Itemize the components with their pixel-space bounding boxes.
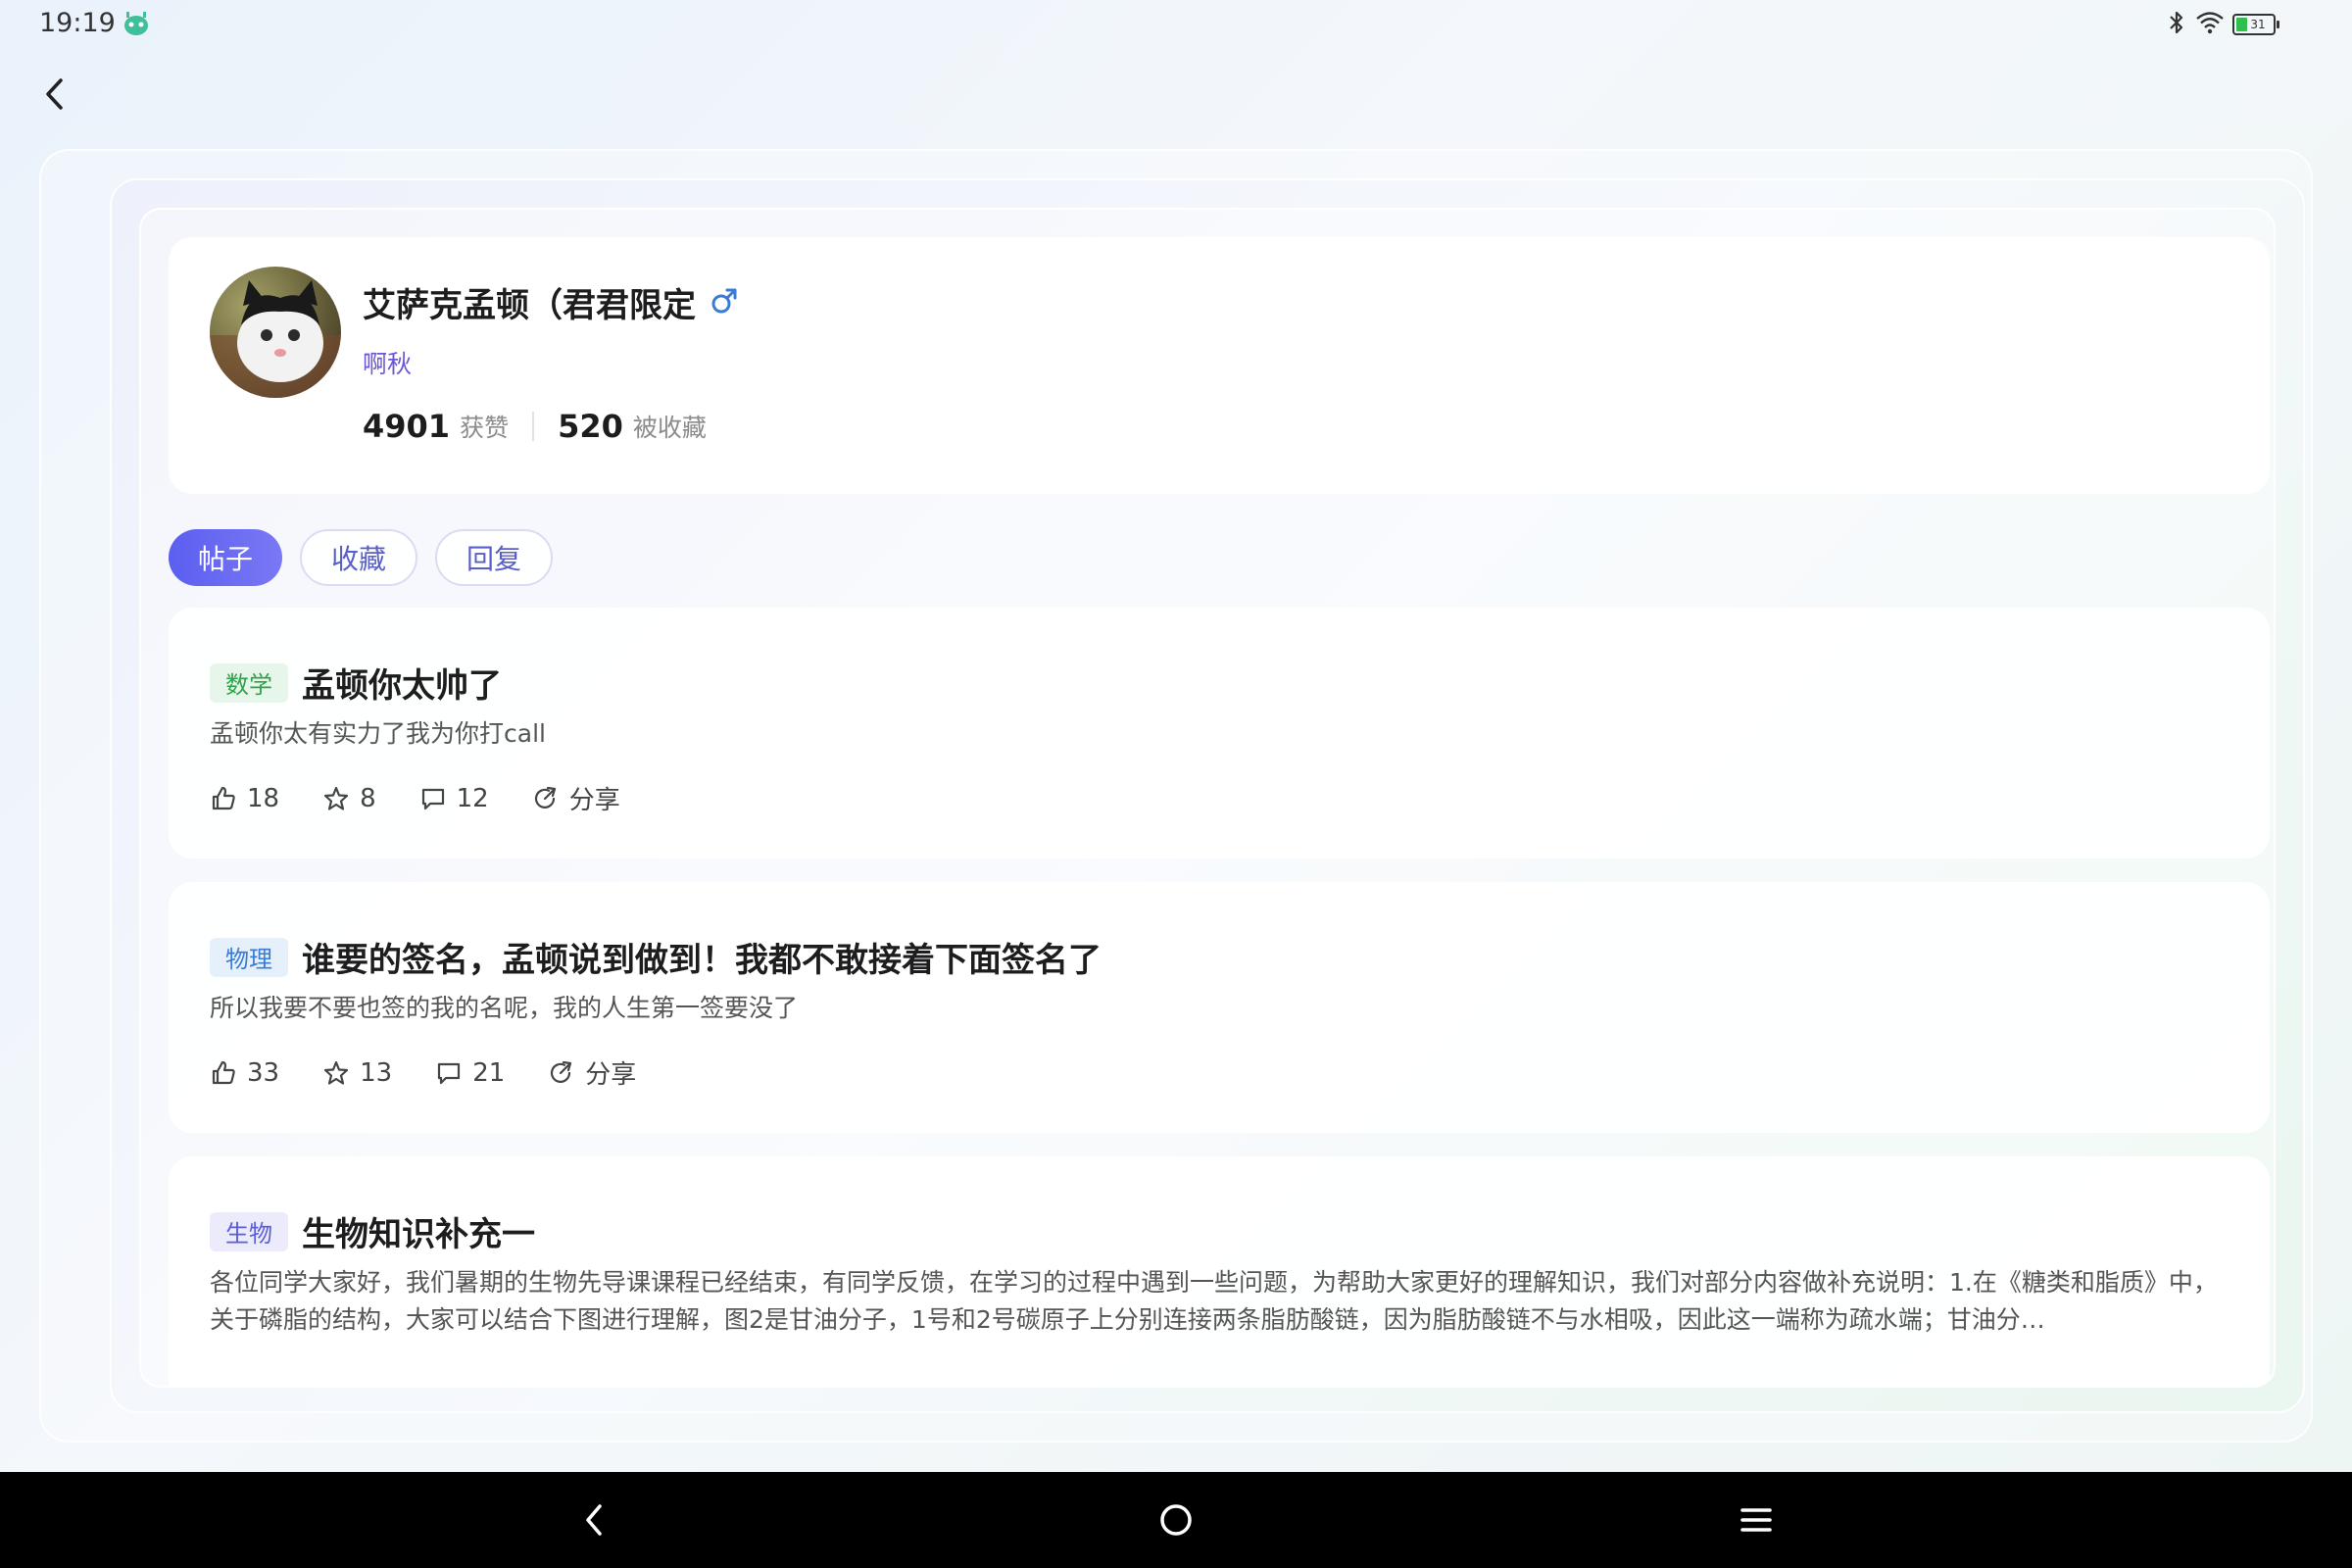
share-icon [534, 786, 556, 808]
post-actions: 18 8 12 分享 [210, 780, 620, 816]
post-title-row: 数学 孟顿你太帅了 [210, 659, 502, 707]
tab-favorites[interactable]: 收藏 [300, 529, 418, 586]
share-icon [551, 1060, 572, 1083]
avatar[interactable] [210, 267, 341, 398]
comment-button[interactable]: 21 [435, 1058, 505, 1088]
nav-back-icon [586, 1504, 602, 1536]
profile-name-row: 艾萨克孟顿（君君限定 [363, 278, 739, 326]
tab-replies[interactable]: 回复 [435, 529, 554, 586]
subject-tag: 物理 [210, 937, 288, 977]
post-body: 所以我要不要也签的我的名呢，我的人生第一签要没了 [210, 994, 799, 1022]
nav-back-button[interactable] [570, 1495, 619, 1544]
robot-app-icon [122, 10, 151, 37]
post-title[interactable]: 孟顿你太帅了 [302, 659, 502, 707]
thumbs-up-icon [212, 1060, 235, 1084]
like-button[interactable]: 33 [210, 1058, 279, 1088]
share-label: 分享 [568, 786, 620, 815]
like-count: 33 [247, 1057, 280, 1088]
share-label: 分享 [585, 1060, 637, 1090]
tab-posts[interactable]: 帖子 [169, 529, 283, 586]
favorites-count: 520 [558, 408, 623, 445]
profile-name: 艾萨克孟顿（君君限定 [363, 286, 696, 325]
tab-bar: 帖子 收藏 回复 [169, 529, 554, 586]
favorite-button[interactable]: 13 [322, 1058, 392, 1088]
post-actions: 33 13 21 分享 [210, 1054, 636, 1091]
subject-tag: 数学 [210, 662, 288, 703]
likes-label: 获赞 [460, 414, 510, 442]
outer-panel: 艾萨克孟顿（君君限定 啊秋 4901 获赞 520 被收藏 帖子 收藏 回复 数… [39, 149, 2313, 1443]
post-title-row: 生物 生物知识补充一 [210, 1207, 535, 1255]
back-button[interactable] [35, 74, 74, 114]
comment-button[interactable]: 12 [419, 784, 489, 813]
favorite-count: 13 [360, 1057, 393, 1088]
post-body: 各位同学大家好，我们暑期的生物先导课课程已经结束，有同学反馈，在学习的过程中遇到… [210, 1268, 2218, 1334]
profile-subtitle: 啊秋 [363, 350, 413, 378]
wifi-icon [2195, 10, 2225, 39]
likes-count: 4901 [363, 408, 451, 445]
post-card[interactable]: 生物 生物知识补充一 各位同学大家好，我们暑期的生物先导课课程已经结束，有同学反… [169, 1156, 2270, 1386]
post-body: 孟顿你太有实力了我为你打call [210, 719, 546, 748]
nav-menu-button[interactable] [1732, 1495, 1781, 1544]
like-count: 18 [247, 783, 280, 813]
nav-menu-icon [1740, 1508, 1772, 1532]
status-bar: 19:19 31 [0, 0, 2352, 49]
star-icon [323, 786, 349, 810]
comment-count: 12 [456, 783, 489, 813]
star-icon [323, 1060, 349, 1085]
status-icons: 31 [2166, 8, 2279, 41]
post-card[interactable]: 数学 孟顿你太帅了 孟顿你太有实力了我为你打call 18 8 12 分享 [169, 608, 2270, 858]
male-icon [710, 286, 739, 319]
like-button[interactable]: 18 [210, 784, 279, 813]
stats-divider [532, 412, 535, 441]
system-nav-bar [0, 1472, 2352, 1568]
favorites-label: 被收藏 [632, 414, 707, 442]
inner-panel: 艾萨克孟顿（君君限定 啊秋 4901 获赞 520 被收藏 帖子 收藏 回复 数… [110, 178, 2305, 1413]
share-button[interactable]: 分享 [532, 780, 620, 816]
comment-icon [421, 788, 444, 809]
stats-row: 4901 获赞 520 被收藏 [363, 408, 707, 445]
nav-home-button[interactable] [1152, 1495, 1200, 1544]
post-title[interactable]: 生物知识补充一 [302, 1207, 535, 1255]
favorite-count: 8 [360, 783, 376, 813]
status-time: 19:19 [39, 8, 116, 38]
favorite-button[interactable]: 8 [322, 784, 376, 813]
post-title-row: 物理 谁要的签名，孟顿说到做到！我都不敢接着下面签名了 [210, 933, 1102, 981]
share-button[interactable]: 分享 [548, 1054, 636, 1091]
profile-card: 艾萨克孟顿（君君限定 啊秋 4901 获赞 520 被收藏 [169, 237, 2270, 494]
bluetooth-icon [2166, 9, 2187, 40]
battery-icon: 31 [2232, 14, 2279, 35]
battery-level: 31 [2250, 18, 2266, 31]
nav-home-icon [1160, 1504, 1192, 1536]
post-title[interactable]: 谁要的签名，孟顿说到做到！我都不敢接着下面签名了 [302, 933, 1102, 981]
thumbs-up-icon [212, 786, 235, 809]
content-panel: 艾萨克孟顿（君君限定 啊秋 4901 获赞 520 被收藏 帖子 收藏 回复 数… [139, 208, 2276, 1388]
post-card[interactable]: 物理 谁要的签名，孟顿说到做到！我都不敢接着下面签名了 所以我要不要也签的我的名… [169, 882, 2270, 1133]
comment-icon [438, 1062, 461, 1084]
chevron-left-icon [46, 78, 63, 110]
comment-count: 21 [472, 1057, 506, 1088]
subject-tag: 生物 [210, 1211, 288, 1251]
